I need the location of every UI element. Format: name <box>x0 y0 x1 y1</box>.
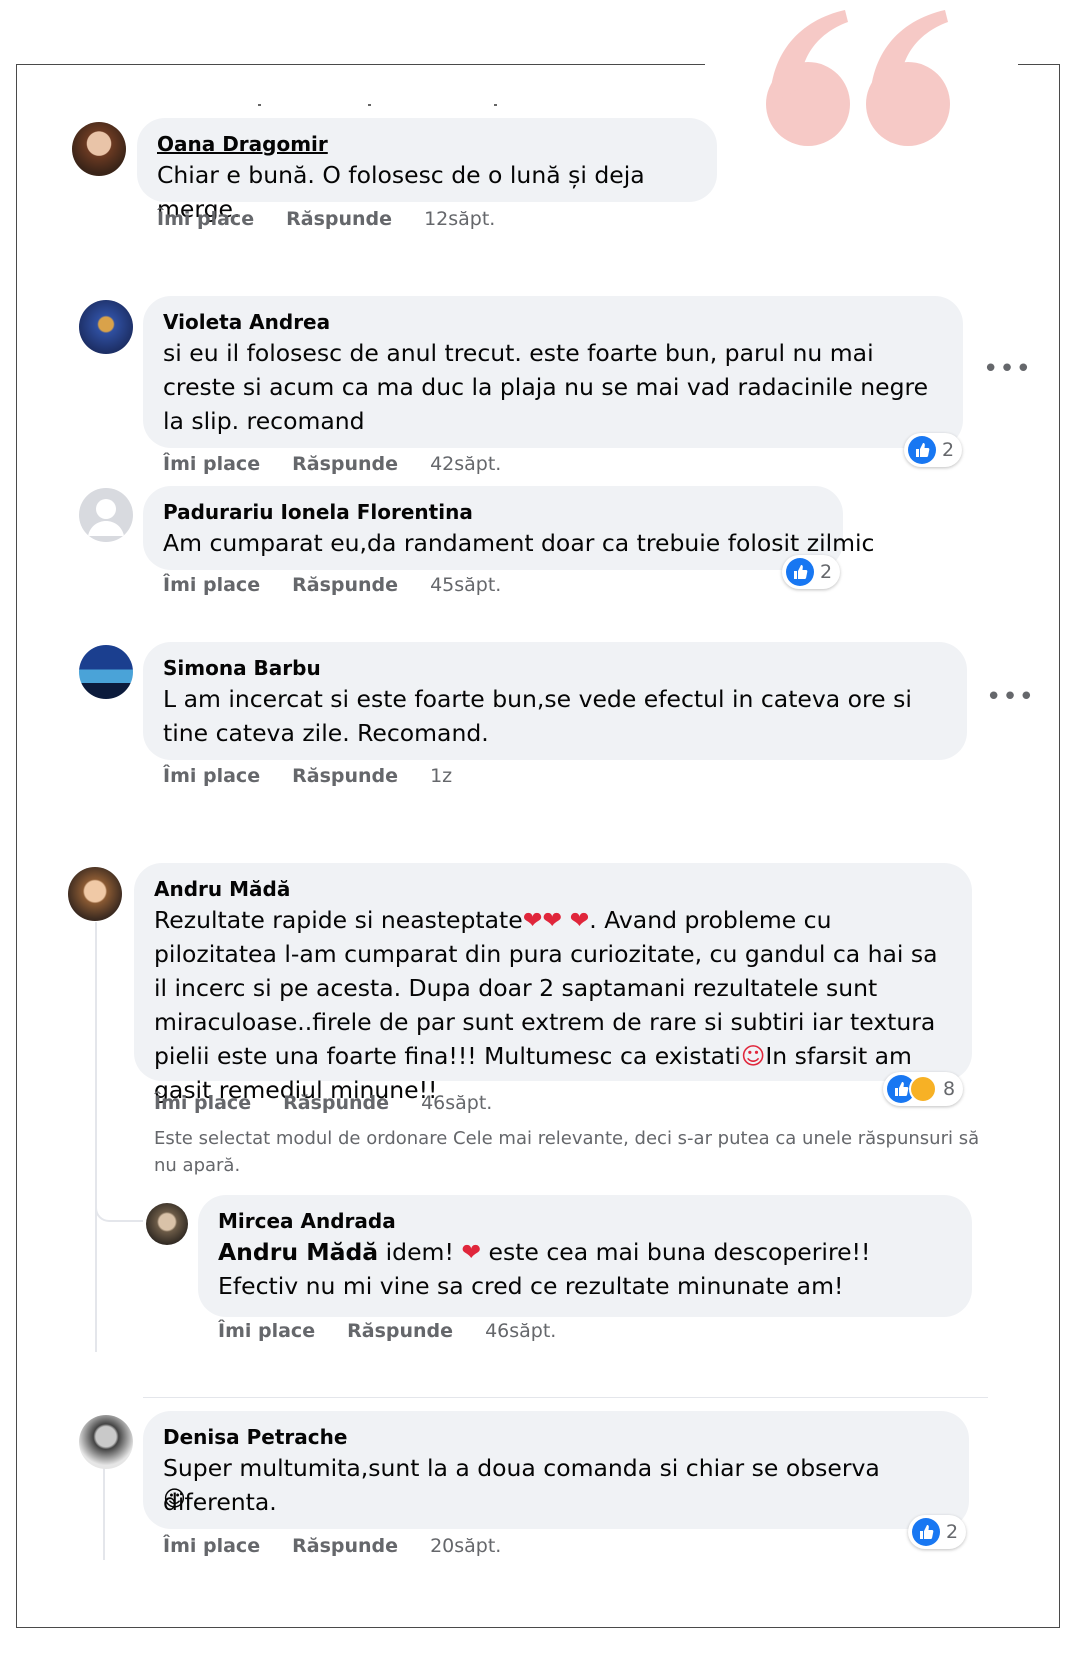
comment-author[interactable]: Mircea Andrada <box>218 1209 396 1233</box>
like-button[interactable]: Îmi place <box>163 453 260 475</box>
comment-bubble: Simona Barbu L am incercat si este foart… <box>143 642 967 760</box>
reaction-summary[interactable]: 2 <box>908 1515 967 1549</box>
comment-actions: Îmi place Răspunde 20săpt. <box>163 1535 501 1557</box>
comment-text: Rezultate rapide si neasteptate❤❤ ❤. Ava… <box>154 903 954 1107</box>
like-reaction-icon <box>912 1518 940 1546</box>
more-options-icon[interactable]: ••• <box>986 682 1035 712</box>
comment-bubble: Andru Mădă Rezultate rapide si neastepta… <box>134 863 972 1104</box>
comment-timestamp[interactable]: 20săpt. <box>430 1535 501 1557</box>
comment-text: Super multumita,sunt la a doua comanda s… <box>163 1454 880 1516</box>
thread-line <box>95 922 97 1352</box>
comment-actions: Îmi place Răspunde 42săpt. <box>163 453 501 475</box>
reaction-count: 2 <box>942 439 955 461</box>
heart-emoji-icon: ❤❤ ❤ <box>522 906 590 934</box>
reply-button[interactable]: Răspunde <box>292 765 398 787</box>
comment-text: L am incercat si este foarte bun,se vede… <box>163 685 912 747</box>
reaction-summary[interactable]: 2 <box>782 555 841 589</box>
comment-timestamp[interactable]: 46săpt. <box>421 1092 492 1114</box>
comment-author[interactable]: Simona Barbu <box>163 656 321 680</box>
comment-text: si eu il folosesc de anul trecut. este f… <box>163 339 929 435</box>
reaction-count: 2 <box>820 561 833 583</box>
comment-bubble: Violeta Andrea si eu il folosesc de anul… <box>143 296 963 448</box>
comment-actions: Îmi place Răspunde 46săpt. <box>154 1092 492 1114</box>
like-button[interactable]: Îmi place <box>154 1092 251 1114</box>
reply-button[interactable]: Răspunde <box>283 1092 389 1114</box>
quote-mark-icon <box>766 10 950 146</box>
haha-reaction-icon <box>909 1075 937 1103</box>
like-button[interactable]: Îmi place <box>163 1535 260 1557</box>
like-button[interactable]: Îmi place <box>157 208 254 230</box>
reply-bubble: Mircea Andrada Andru Mădă idem! ❤ este c… <box>198 1195 972 1317</box>
default-avatar-icon[interactable] <box>79 488 133 542</box>
reply-button[interactable]: Răspunde <box>347 1320 453 1342</box>
avatar[interactable] <box>72 122 126 176</box>
comment-author[interactable]: Oana Dragomir <box>157 132 328 156</box>
thread-connector <box>95 1190 143 1222</box>
happy-emoji-icon: ☺ <box>163 1487 186 1512</box>
cropped-text-fragment <box>494 104 497 106</box>
comment-text: Andru Mădă idem! ❤ este cea mai buna des… <box>218 1235 958 1303</box>
thread-line <box>103 1468 105 1560</box>
comment-author[interactable]: Padurariu Ionela Florentina <box>163 500 473 524</box>
comment-actions: Îmi place Răspunde 45săpt. <box>163 574 501 596</box>
comment-text-part: Rezultate rapide si neasteptate <box>154 906 523 934</box>
like-button[interactable]: Îmi place <box>218 1320 315 1342</box>
reply-button[interactable]: Răspunde <box>292 1535 398 1557</box>
like-reaction-icon <box>908 436 936 464</box>
comment-actions: Îmi place Răspunde 46săpt. <box>218 1320 556 1342</box>
comment-actions: Îmi place Răspunde 1z <box>163 765 452 787</box>
comment-author[interactable]: Andru Mădă <box>154 877 290 901</box>
reaction-summary[interactable]: 8 <box>883 1072 964 1106</box>
comment-bubble: Oana Dragomir Chiar e bună. O folosesc d… <box>137 118 717 223</box>
avatar[interactable] <box>68 867 122 921</box>
reaction-count: 2 <box>946 1521 959 1543</box>
comment-timestamp[interactable]: 42săpt. <box>430 453 501 475</box>
more-options-icon[interactable]: ••• <box>983 354 1032 384</box>
separator <box>143 1397 988 1398</box>
comment-text: Am cumparat eu,da randament doar ca treb… <box>163 529 875 557</box>
reply-button[interactable]: Răspunde <box>292 453 398 475</box>
comment-timestamp[interactable]: 12săpt. <box>424 208 495 230</box>
reaction-count: 8 <box>943 1078 956 1100</box>
comment-text-part: idem! <box>378 1238 462 1266</box>
reply-button[interactable]: Răspunde <box>286 208 392 230</box>
cropped-text-fragment <box>258 104 261 106</box>
reply-button[interactable]: Răspunde <box>292 574 398 596</box>
like-reaction-icon <box>786 558 814 586</box>
like-button[interactable]: Îmi place <box>163 574 260 596</box>
reaction-summary[interactable]: 2 <box>904 433 963 467</box>
comment-timestamp[interactable]: 1z <box>430 765 452 787</box>
smiling-hearts-emoji-icon: ☺ <box>740 1042 766 1070</box>
avatar[interactable] <box>79 300 133 354</box>
comment-bubble: Padurariu Ionela Florentina Am cumparat … <box>143 486 875 570</box>
comment-author[interactable]: Denisa Petrache <box>163 1425 347 1449</box>
like-button[interactable]: Îmi place <box>163 765 260 787</box>
comment-timestamp[interactable]: 45săpt. <box>430 574 501 596</box>
mention-link[interactable]: Andru Mădă <box>218 1238 378 1266</box>
avatar[interactable] <box>79 1415 133 1469</box>
cropped-text-fragment <box>368 104 371 106</box>
comment-actions: Îmi place Răspunde 12săpt. <box>157 208 495 230</box>
sorting-notice: Este selectat modul de ordonare Cele mai… <box>154 1128 980 1176</box>
comment-bubble: Denisa Petrache Super multumita,sunt la … <box>143 1411 969 1529</box>
comment-timestamp[interactable]: 46săpt. <box>485 1320 556 1342</box>
heart-emoji-icon: ❤ <box>461 1238 482 1266</box>
avatar[interactable] <box>146 1203 188 1245</box>
avatar[interactable] <box>79 645 133 699</box>
comment-author[interactable]: Violeta Andrea <box>163 310 330 334</box>
